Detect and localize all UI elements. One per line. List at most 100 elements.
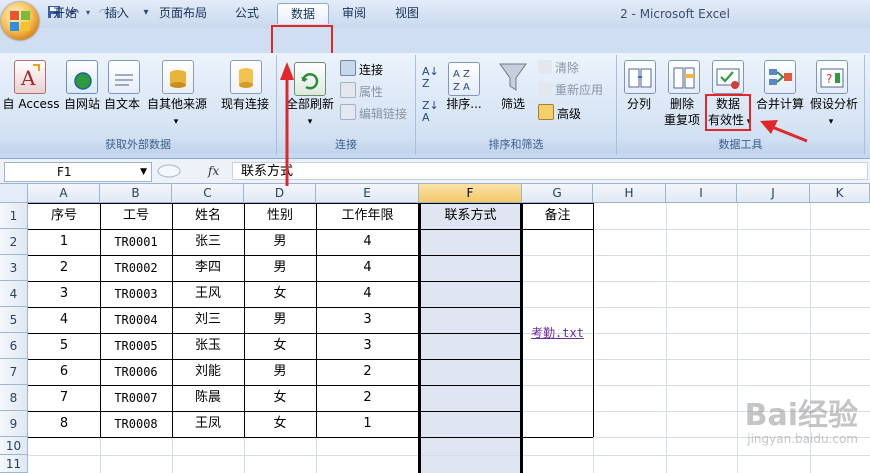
- remove-duplicates-label-1[interactable]: 删除: [662, 96, 702, 112]
- table-cell[interactable]: 女: [244, 411, 316, 437]
- table-cell[interactable]: 张玉: [172, 333, 244, 359]
- remove-duplicates-label-2[interactable]: 重复项: [660, 112, 704, 128]
- filter-button[interactable]: 筛选: [496, 96, 530, 112]
- edit-links-button[interactable]: 编辑链接: [340, 104, 407, 122]
- what-if-analysis-button[interactable]: 假设分析: [808, 96, 860, 112]
- tab-insert[interactable]: 插入: [96, 3, 138, 23]
- table-cell[interactable]: TR0007: [100, 385, 172, 411]
- table-cell[interactable]: 4: [316, 255, 419, 281]
- table-cell[interactable]: 王风: [172, 281, 244, 307]
- consolidate-button[interactable]: 合并计算: [754, 96, 806, 112]
- row-header-9[interactable]: 9: [0, 411, 28, 437]
- header-cell[interactable]: 工作年限: [316, 203, 419, 229]
- header-cell[interactable]: 性别: [244, 203, 316, 229]
- row-header-6[interactable]: 6: [0, 333, 28, 359]
- column-header-f[interactable]: F: [419, 184, 522, 203]
- tab-home[interactable]: 开始: [44, 3, 86, 23]
- formula-input[interactable]: 联系方式: [232, 162, 868, 180]
- table-cell[interactable]: TR0004: [100, 307, 172, 333]
- existing-connections-button[interactable]: 现有连接: [218, 96, 272, 112]
- from-text-button[interactable]: 自文本: [102, 96, 142, 112]
- from-web-button[interactable]: 自网站: [62, 96, 102, 112]
- sort-ascending-icon[interactable]: A↓ Z: [422, 66, 439, 90]
- column-header-d[interactable]: D: [244, 184, 316, 203]
- header-cell[interactable]: 联系方式: [419, 203, 522, 229]
- expand-handle-icon[interactable]: [156, 163, 182, 179]
- select-all-corner[interactable]: [0, 184, 28, 203]
- table-cell[interactable]: 男: [244, 229, 316, 255]
- table-cell[interactable]: 2: [316, 359, 419, 385]
- column-header-g[interactable]: G: [522, 184, 593, 203]
- reapply-button[interactable]: 重新应用: [538, 82, 603, 98]
- table-cell[interactable]: 4: [28, 307, 100, 333]
- connections-button[interactable]: 连接: [340, 60, 383, 78]
- table-cell[interactable]: 1: [316, 411, 419, 437]
- table-cell[interactable]: 3: [316, 333, 419, 359]
- table-cell[interactable]: TR0003: [100, 281, 172, 307]
- header-cell[interactable]: 序号: [28, 203, 100, 229]
- column-header-h[interactable]: H: [593, 184, 666, 203]
- table-cell[interactable]: 1: [28, 229, 100, 255]
- row-header-3[interactable]: 3: [0, 255, 28, 281]
- table-cell[interactable]: 王凤: [172, 411, 244, 437]
- tab-review[interactable]: 审阅: [336, 3, 372, 23]
- table-cell[interactable]: 2: [28, 255, 100, 281]
- table-cell[interactable]: 5: [28, 333, 100, 359]
- tab-formulas[interactable]: 公式: [226, 3, 268, 23]
- from-other-sources-button[interactable]: 自其他来源: [146, 96, 208, 112]
- header-cell[interactable]: 姓名: [172, 203, 244, 229]
- name-box-dropdown-icon[interactable]: ▼: [140, 163, 147, 181]
- tab-data[interactable]: 数据: [277, 3, 329, 24]
- row-header-11[interactable]: 11: [0, 455, 28, 473]
- row-header-7[interactable]: 7: [0, 359, 28, 385]
- table-cell[interactable]: 4: [316, 229, 419, 255]
- sort-descending-icon[interactable]: Z↓ A: [422, 100, 439, 124]
- table-cell[interactable]: 张三: [172, 229, 244, 255]
- header-cell[interactable]: 工号: [100, 203, 172, 229]
- table-cell[interactable]: 2: [316, 385, 419, 411]
- column-header-k[interactable]: K: [810, 184, 870, 203]
- table-cell[interactable]: 7: [28, 385, 100, 411]
- table-cell[interactable]: 刘三: [172, 307, 244, 333]
- column-header-e[interactable]: E: [316, 184, 419, 203]
- table-cell[interactable]: 刘能: [172, 359, 244, 385]
- table-cell[interactable]: 4: [316, 281, 419, 307]
- properties-button[interactable]: 属性: [340, 82, 383, 100]
- table-cell[interactable]: 女: [244, 385, 316, 411]
- row-header-4[interactable]: 4: [0, 281, 28, 307]
- column-header-j[interactable]: J: [737, 184, 810, 203]
- table-cell[interactable]: 女: [244, 333, 316, 359]
- office-button[interactable]: [1, 2, 39, 40]
- row-header-5[interactable]: 5: [0, 307, 28, 333]
- from-access-button[interactable]: 自 Access: [2, 96, 60, 112]
- header-cell[interactable]: 备注: [522, 203, 593, 229]
- row-header-10[interactable]: 10: [0, 437, 28, 455]
- column-header-i[interactable]: I: [666, 184, 737, 203]
- table-cell[interactable]: 男: [244, 255, 316, 281]
- table-cell[interactable]: TR0005: [100, 333, 172, 359]
- what-if-dropdown-icon[interactable]: ▾: [826, 114, 836, 130]
- row-header-1[interactable]: 1: [0, 203, 28, 229]
- insert-function-icon[interactable]: fx: [208, 162, 219, 180]
- table-cell[interactable]: 8: [28, 411, 100, 437]
- table-cell[interactable]: TR0008: [100, 411, 172, 437]
- row-header-2[interactable]: 2: [0, 229, 28, 255]
- table-cell[interactable]: 陈晨: [172, 385, 244, 411]
- table-cell[interactable]: 6: [28, 359, 100, 385]
- refresh-all-button[interactable]: 全部刷新: [284, 96, 336, 112]
- table-cell[interactable]: 李四: [172, 255, 244, 281]
- tab-page-layout[interactable]: 页面布局: [150, 3, 216, 23]
- column-header-c[interactable]: C: [172, 184, 244, 203]
- table-cell[interactable]: 3: [28, 281, 100, 307]
- other-sources-dropdown-icon[interactable]: ▾: [166, 114, 186, 130]
- tab-view[interactable]: 视图: [386, 3, 428, 23]
- advanced-filter-button[interactable]: 高级: [538, 104, 581, 122]
- sort-button[interactable]: 排序...: [444, 96, 484, 112]
- text-to-columns-button[interactable]: 分列: [622, 96, 656, 112]
- name-box[interactable]: F1 ▼: [4, 162, 152, 182]
- attendance-file-link[interactable]: 考勤.txt: [522, 229, 593, 437]
- refresh-dropdown-icon[interactable]: ▾: [300, 114, 320, 130]
- table-cell[interactable]: TR0006: [100, 359, 172, 385]
- table-cell[interactable]: TR0002: [100, 255, 172, 281]
- table-cell[interactable]: 男: [244, 359, 316, 385]
